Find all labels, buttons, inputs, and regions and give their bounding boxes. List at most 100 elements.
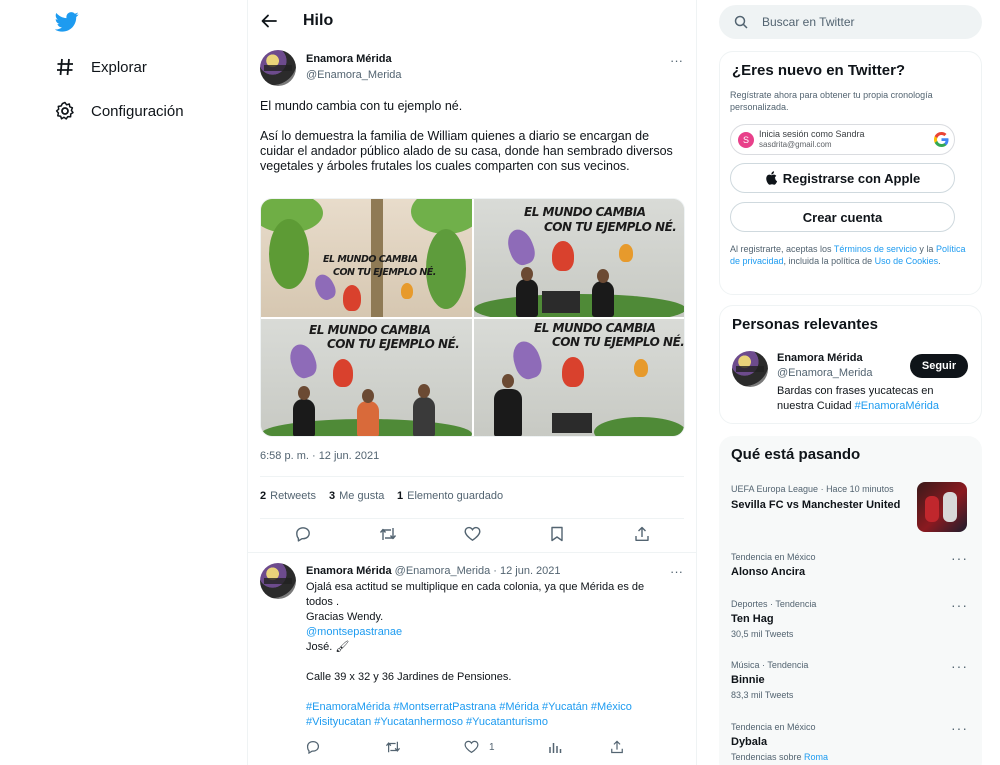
retweet-icon[interactable] — [379, 526, 397, 542]
reply-share-icon[interactable] — [610, 740, 624, 754]
likes-label: Me gusta — [339, 490, 385, 502]
create-account-label: Crear cuenta — [802, 209, 883, 225]
tweet-text-line1: El mundo cambia con tu ejemplo né. — [260, 99, 463, 113]
google-signin-email: sasdrita@gmail.com — [759, 140, 832, 149]
tweet-text-body: Así lo demuestra la familia de William q… — [260, 129, 673, 173]
reply-line2: todos . — [306, 596, 340, 608]
relevant-handle[interactable]: @Enamora_Merida — [777, 367, 873, 379]
photo-3[interactable]: EL MUNDO CAMBIA CON TU EJEMPLO NÉ. — [261, 319, 472, 436]
thread-column: Hilo Enamora Mérida @Enamora_Merida ··· … — [247, 0, 697, 765]
google-account-avatar: S — [738, 132, 754, 148]
share-icon[interactable] — [634, 526, 650, 542]
wall-text-b: CON TU EJEMPLO NÉ. — [552, 335, 685, 349]
search-input[interactable]: Buscar en Twitter — [762, 15, 854, 29]
author-avatar[interactable] — [260, 50, 296, 86]
like-icon[interactable] — [464, 526, 481, 542]
reply-icon[interactable] — [295, 526, 311, 542]
trend-count: 83,3 mil Tweets — [731, 690, 794, 700]
author-name[interactable]: Enamora Mérida — [306, 53, 392, 65]
nav-settings[interactable]: Configuración — [55, 99, 184, 123]
nav-explore[interactable]: Explorar — [55, 55, 147, 79]
reply-mention[interactable]: @montsepastranae — [306, 625, 686, 640]
more-options-icon[interactable]: ··· — [670, 53, 683, 68]
trend-item[interactable]: Tendencia en México Dybala Tendencias so… — [719, 718, 982, 765]
legal-text-1: Al registrarte, aceptas los — [730, 244, 834, 254]
terms-link[interactable]: Términos de servicio — [834, 244, 917, 254]
analytics-icon[interactable] — [548, 740, 562, 754]
bookmark-icon[interactable] — [550, 526, 564, 542]
trend-name: Dybala — [731, 736, 768, 748]
relevant-bio: Bardas con frases yucatecas en nuestra C… — [777, 384, 967, 414]
create-account-button[interactable]: Crear cuenta — [730, 202, 955, 232]
trends-card: Qué está pasando UEFA Europa League · Ha… — [719, 436, 982, 765]
hashtag-icon — [55, 57, 75, 77]
page-title: Hilo — [303, 12, 334, 29]
reply-more-icon[interactable]: ··· — [670, 564, 683, 579]
legal-text-4: . — [938, 256, 941, 266]
author-handle[interactable]: @Enamora_Merida — [306, 69, 402, 81]
trend-context: Deportes · Tendencia — [731, 599, 817, 609]
reply-retweet-icon[interactable] — [385, 740, 401, 754]
reply-like-icon[interactable] — [464, 740, 479, 754]
trend-more-icon[interactable]: ··· — [951, 550, 968, 566]
reply-line5: Calle 39 x 32 y 36 Jardines de Pensiones… — [306, 671, 512, 683]
relevant-title: Personas relevantes — [732, 316, 878, 333]
trend-more-icon[interactable]: ··· — [951, 597, 968, 613]
trend-related-prefix: Tendencias sobre — [731, 752, 805, 762]
relevant-name[interactable]: Enamora Mérida — [777, 352, 863, 364]
google-signin-button[interactable]: S Inicia sesión como Sandra sasdrita@gma… — [730, 124, 955, 155]
likes-stat[interactable]: 3 Me gusta — [329, 490, 384, 502]
reply-hashtags-2[interactable]: #Visityucatan #Yucatanhermoso #Yucatantu… — [306, 715, 686, 730]
nav-settings-label: Configuración — [91, 102, 184, 120]
wall-text-a: EL MUNDO CAMBIA — [323, 254, 418, 265]
trend-item[interactable]: Tendencia en México Alonso Ancira ··· — [719, 548, 982, 588]
photo-1[interactable]: EL MUNDO CAMBIA CON TU EJEMPLO NÉ. — [261, 199, 472, 317]
trend-item[interactable]: Música · Tendencia Binnie 83,3 mil Tweet… — [719, 656, 982, 706]
trend-item[interactable]: Deportes · Tendencia Ten Hag 30,5 mil Tw… — [719, 595, 982, 645]
signup-subtitle: Regístrate ahora para obtener tu propia … — [730, 90, 933, 112]
reply-hashtags-1[interactable]: #EnamoraMérida #MontserratPastrana #Méri… — [306, 700, 686, 715]
tweet-timestamp[interactable]: 6:58 p. m. · 12 jun. 2021 — [260, 450, 379, 462]
photo-grid[interactable]: EL MUNDO CAMBIA CON TU EJEMPLO NÉ. EL MU… — [260, 198, 685, 437]
search-box[interactable]: Buscar en Twitter — [719, 5, 982, 39]
trend-name: Ten Hag — [731, 613, 774, 625]
trend-thumbnail[interactable] — [917, 482, 967, 532]
saved-count: 1 — [397, 490, 404, 502]
follow-button[interactable]: Seguir — [910, 354, 968, 378]
google-signin-title: Inicia sesión como Sandra — [759, 129, 865, 139]
saved-stat[interactable]: 1 Elemento guardado — [397, 490, 503, 502]
reply-line1: Ojalá esa actitud se multiplique en cada… — [306, 581, 645, 593]
trend-item[interactable]: UEFA Europa League · Hace 10 minutos Sev… — [719, 480, 982, 540]
reply-line4: José. 🖌 — [306, 641, 350, 653]
retweets-stat[interactable]: 2 Retweets — [260, 490, 316, 502]
signup-card: ¿Eres nuevo en Twitter? Regístrate ahora… — [719, 51, 982, 295]
trend-name: Sevilla FC vs Manchester United — [731, 499, 901, 511]
reply-like[interactable]: 1 — [464, 740, 495, 754]
relevant-people-card: Personas relevantes Enamora Mérida @Enam… — [719, 305, 982, 424]
twitter-logo-icon[interactable] — [55, 11, 79, 33]
reply-line3: Gracias Wendy. — [306, 611, 384, 623]
apple-signup-button[interactable]: Registrarse con Apple — [730, 163, 955, 193]
back-arrow-icon[interactable] — [260, 12, 278, 30]
relevant-bio-hashtag[interactable]: #EnamoraMérida — [855, 400, 939, 412]
reply-like-count: 1 — [489, 741, 495, 753]
right-sidebar: Buscar en Twitter ¿Eres nuevo en Twitter… — [697, 0, 1000, 765]
trend-more-icon[interactable]: ··· — [951, 720, 968, 736]
reply-author-avatar[interactable] — [260, 563, 296, 599]
apple-icon — [765, 171, 777, 185]
trend-context: Tendencia en México — [731, 722, 816, 732]
reply-reply-icon[interactable] — [306, 740, 320, 754]
trend-related-link[interactable]: Roma — [804, 752, 828, 762]
signup-title: ¿Eres nuevo en Twitter? — [732, 62, 906, 79]
reply-meta[interactable]: @Enamora_Merida · 12 jun. 2021 — [395, 565, 561, 577]
photo-4[interactable]: EL MUNDO CAMBIA CON TU EJEMPLO NÉ. — [474, 319, 685, 436]
relevant-avatar[interactable] — [732, 351, 768, 387]
cookies-link[interactable]: Uso de Cookies — [875, 256, 939, 266]
signup-legal: Al registrarte, aceptas los Términos de … — [730, 243, 970, 267]
trend-more-icon[interactable]: ··· — [951, 658, 968, 674]
saved-label: Elemento guardado — [407, 490, 504, 502]
wall-text-b: CON TU EJEMPLO NÉ. — [333, 267, 436, 278]
reply-header: Enamora Mérida @Enamora_Merida · 12 jun.… — [306, 565, 561, 577]
reply-author-name[interactable]: Enamora Mérida — [306, 565, 392, 577]
photo-2[interactable]: EL MUNDO CAMBIA CON TU EJEMPLO NÉ. — [474, 199, 684, 317]
